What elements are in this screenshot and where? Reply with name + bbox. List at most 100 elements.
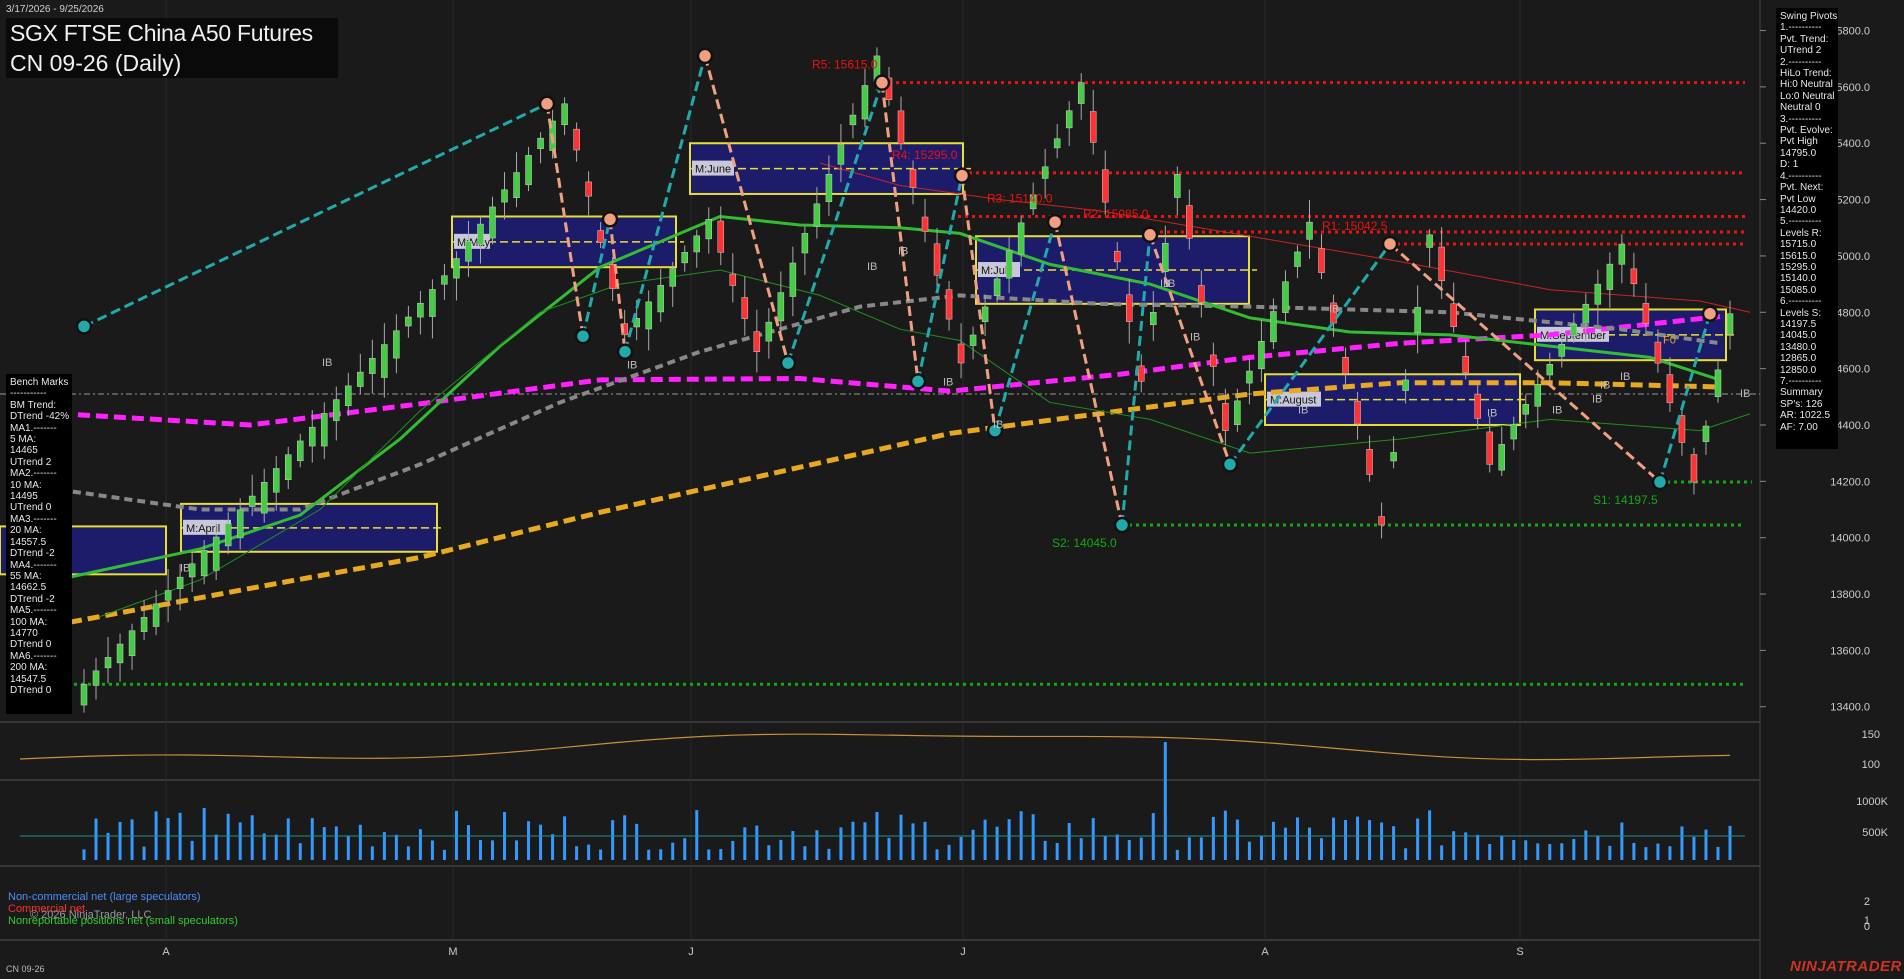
candle-body: [1354, 400, 1361, 425]
swing-pivots-line: Swing Pivots: [1780, 11, 1838, 22]
candle-body: [597, 230, 604, 243]
swing-pivots-line: 13480.0: [1780, 341, 1817, 353]
volume-bar: [1295, 817, 1299, 860]
candle-body: [1041, 166, 1049, 179]
volume-bar: [1127, 840, 1131, 860]
benchmarks-line: 14770: [10, 627, 38, 639]
candle-body: [369, 358, 376, 374]
swing-pivots-line: 14795.0: [1780, 147, 1817, 159]
volume-bar: [346, 836, 350, 860]
swing-pivots-line: AF: 7.00: [1780, 421, 1818, 433]
volume-tick-label: 1000K: [1856, 796, 1888, 808]
swing-pivots-line: Pvt High: [1780, 136, 1818, 148]
swing-high-marker: [1046, 213, 1064, 231]
candle-body: [164, 590, 172, 601]
candle-body: [1522, 404, 1530, 415]
swing-pivots-line: 12850.0: [1780, 364, 1817, 376]
volume-bar: [1103, 836, 1107, 860]
swing-high-marker: [1701, 305, 1719, 322]
ib-label: IB: [1298, 405, 1308, 417]
swing-high-marker: [601, 211, 619, 228]
candle-body: [465, 241, 472, 262]
candle-body: [116, 643, 124, 664]
candle-body: [1594, 283, 1602, 305]
oscillator-tick-label: 100: [1862, 759, 1880, 771]
candle-body: [1558, 344, 1566, 357]
volume-bar: [1079, 838, 1083, 860]
swing-low-marker: [779, 354, 797, 372]
benchmarks-line: MA6.-------: [10, 650, 57, 662]
volume-bar: [1307, 827, 1311, 860]
benchmarks-line: -----------: [10, 388, 47, 400]
pf-label: F0: [1663, 334, 1676, 346]
candle-body: [657, 285, 664, 313]
swing-pivots-line: Neutral 0: [1780, 102, 1821, 114]
candle-body: [1618, 243, 1626, 265]
swing-pivots-line: 1.----------: [1780, 22, 1822, 34]
level-label: S1: 14197.5: [1593, 493, 1658, 507]
volume-bar: [358, 824, 362, 860]
volume-bar: [1416, 818, 1420, 860]
volume-bar: [274, 834, 278, 860]
swing-pivots-line: 4.----------: [1780, 170, 1822, 182]
volume-bar: [1115, 834, 1119, 860]
volume-bar: [851, 821, 855, 860]
ib-label: IB: [1329, 303, 1339, 315]
chart-subtitle: CN 09-26 (Daily): [10, 50, 182, 76]
candle-body: [345, 385, 352, 406]
swing-pivots-line: Lo:0 Neutral: [1780, 90, 1835, 102]
volume-bar: [1356, 816, 1360, 860]
candle-body: [981, 306, 989, 322]
volume-bar: [262, 833, 266, 860]
volume-bar: [334, 826, 338, 860]
volume-bar: [995, 826, 999, 860]
volume-bar: [623, 815, 627, 860]
swing-pivots-line: 15085.0: [1780, 284, 1817, 296]
benchmarks-line: DTrend -2: [10, 593, 55, 605]
candle-body: [813, 203, 821, 227]
volume-bar: [1380, 822, 1384, 860]
candle-body: [849, 114, 857, 126]
volume-bar: [1199, 837, 1203, 860]
benchmarks-line: 14547.5: [10, 673, 47, 685]
x-tick-label: J: [688, 946, 694, 958]
volume-bar: [719, 849, 723, 860]
benchmarks-line: 14557.5: [10, 536, 47, 548]
volume-bar: [166, 818, 170, 860]
volume-bar: [1512, 839, 1516, 860]
x-tick-label: S: [1516, 946, 1523, 958]
swing-pivots-line: 7.----------: [1780, 376, 1822, 387]
candle-body: [272, 468, 280, 493]
candle-body: [1126, 294, 1133, 322]
candle-body: [921, 216, 929, 232]
x-tick-label: A: [1261, 946, 1269, 958]
volume-bar: [527, 821, 531, 860]
candle-body: [1714, 369, 1722, 397]
volume-bar: [815, 830, 819, 860]
candle-body: [1426, 234, 1433, 248]
ib-label: IB: [1600, 379, 1610, 391]
volume-bar: [911, 823, 915, 860]
candle-body: [1510, 424, 1517, 440]
ib-label: IB: [1487, 408, 1497, 420]
volume-bar: [430, 840, 434, 860]
price-tick-label: 14000.0: [1830, 533, 1870, 545]
benchmarks-line: DTrend -2: [10, 548, 55, 560]
candle-body: [417, 302, 424, 318]
candle-body: [224, 523, 232, 547]
benchmarks-line: DTrend 0: [10, 639, 52, 651]
volume-bar: [563, 816, 567, 860]
candle-body: [1318, 248, 1325, 273]
candle-body: [477, 223, 484, 245]
swing-low-marker: [1651, 473, 1669, 491]
benchmarks-line: DTrend 0: [10, 684, 52, 696]
date-range: 3/17/2026 - 9/25/2026: [6, 4, 104, 15]
volume-bar: [1043, 840, 1047, 860]
volume-bar: [1320, 838, 1324, 860]
swing-high-marker: [873, 74, 891, 91]
benchmarks-line: 20 MA:: [10, 525, 42, 537]
candle-body: [1462, 356, 1469, 373]
benchmarks-line: MA4.-------: [10, 559, 57, 571]
ib-label: IB: [322, 357, 332, 369]
volume-bar: [1620, 822, 1624, 860]
